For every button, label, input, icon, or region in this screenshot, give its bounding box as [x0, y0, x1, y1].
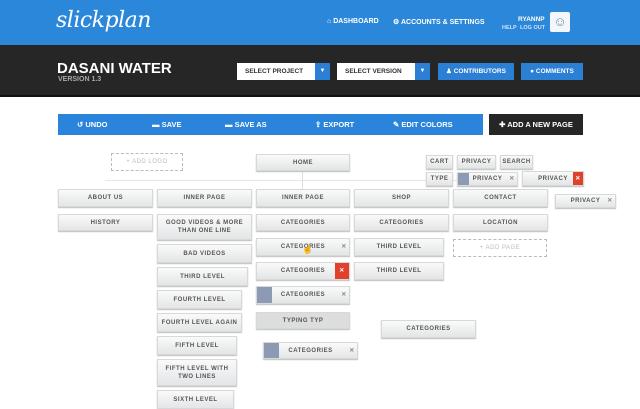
sitemap-node[interactable]: LOCATION	[453, 214, 548, 231]
close-icon[interactable]: ✕	[605, 195, 615, 207]
sitemap-node[interactable]: FOURTH LEVEL	[157, 290, 242, 309]
add-page-button[interactable]: + ADD PAGE	[453, 239, 547, 257]
close-icon[interactable]: ✕	[335, 263, 349, 279]
contributors-label: CONTRIBUTORS	[453, 68, 506, 75]
hand-cursor-icon: ☝	[302, 244, 314, 254]
node-label: CATEGORIES	[288, 347, 333, 354]
select-version-label: SELECT VERSION	[345, 68, 402, 75]
version-label: VERSION 1.3	[58, 76, 102, 83]
comments-button[interactable]: ● COMMENTS	[521, 63, 583, 80]
add-new-page-button[interactable]: ✚ ADD A NEW PAGE	[489, 114, 583, 135]
edit-colors-button[interactable]: ✎ EDIT COLORS	[393, 114, 453, 135]
avatar[interactable]: ☺	[550, 12, 570, 32]
sitemap-node-dragged[interactable]: CATEGORIES ✕	[263, 342, 358, 359]
sitemap-node[interactable]: ABOUT US	[58, 189, 153, 207]
save-button[interactable]: ▬ SAVE	[152, 114, 181, 135]
sitemap-node-hover[interactable]: CATEGORIES ✕ ☝	[256, 238, 350, 256]
sitemap-node[interactable]: THIRD LEVEL	[354, 238, 444, 256]
sitemap-node[interactable]: CONTACT	[453, 189, 548, 207]
edit-colors-label: EDIT COLORS	[401, 120, 453, 129]
sitemap-node-delete-hover[interactable]: CATEGORIES ✕	[256, 262, 350, 280]
node-label: CATEGORIES	[280, 292, 326, 298]
drag-handle[interactable]	[264, 343, 279, 358]
utility-node[interactable]: CART	[426, 155, 453, 169]
close-icon[interactable]: ✕	[507, 173, 517, 185]
sitemap-node[interactable]: CATEGORIES	[256, 214, 350, 231]
accounts-settings-link[interactable]: ⚙ ACCOUNTS & SETTINGS	[393, 18, 485, 26]
close-icon[interactable]: ✕	[339, 287, 349, 303]
node-label: PRIVACY	[472, 176, 503, 182]
folder-icon: ▬	[152, 120, 162, 129]
chevron-down-icon: ▼	[315, 63, 330, 80]
save-as-label: SAVE AS	[234, 120, 267, 129]
select-project-label: SELECT PROJECT	[245, 68, 304, 75]
dashboard-label: DASHBOARD	[333, 18, 379, 25]
gear-icon: ⚙	[393, 19, 401, 26]
save-as-icon: ▬	[225, 120, 235, 129]
save-as-button[interactable]: ▬ SAVE AS	[225, 114, 267, 135]
utility-node[interactable]: PRIVACY ✕	[555, 194, 616, 208]
sitemap-node[interactable]: THIRD LEVEL	[354, 262, 444, 280]
sitemap-node[interactable]: HISTORY	[58, 214, 153, 231]
utility-node[interactable]: PRIVACY	[457, 155, 496, 169]
sitemap-node-dragged[interactable]: CATEGORIES	[381, 320, 476, 338]
drag-handle[interactable]	[458, 173, 469, 185]
comments-label: COMMENTS	[535, 68, 574, 75]
utility-node[interactable]: SEARCH	[500, 155, 533, 169]
sitemap-node-home[interactable]: HOME	[256, 154, 350, 171]
drag-handle[interactable]	[257, 287, 272, 303]
close-icon[interactable]: ✕	[573, 172, 583, 185]
username: RYANNP	[518, 16, 545, 23]
sitemap-node[interactable]: BAD VIDEOS	[157, 244, 252, 263]
export-button[interactable]: ⇪ EXPORT	[315, 114, 354, 135]
logout-link[interactable]: LOG OUT	[520, 25, 545, 31]
close-icon[interactable]: ✕	[347, 343, 357, 358]
sitemap-node[interactable]: THIRD LEVEL	[157, 267, 248, 286]
sitemap-node[interactable]: GOOD VIDEOS & MORE THAN ONE LINE	[157, 214, 252, 240]
logo[interactable]: slickplan	[56, 8, 151, 33]
add-logo-button[interactable]: + ADD LOGO	[111, 153, 183, 171]
help-link[interactable]: HELP	[502, 25, 517, 31]
contributors-button[interactable]: ♟ CONTRIBUTORS	[438, 63, 514, 80]
sitemap-node[interactable]: SHOP	[354, 189, 449, 207]
node-label: PRIVACY	[538, 175, 568, 182]
utility-node-dragging[interactable]: PRIVACY ✕	[457, 172, 518, 186]
undo-label: UNDO	[85, 120, 108, 129]
utility-node[interactable]: TYPE	[426, 172, 453, 186]
sitemap-node[interactable]: FIFTH LEVEL WITH TWO LINES	[157, 359, 237, 386]
sitemap-node[interactable]: INNER PAGE	[256, 189, 350, 207]
utility-node-delete-hover[interactable]: PRIVACY ✕	[522, 171, 584, 186]
close-icon[interactable]: ✕	[339, 239, 349, 255]
accounts-label: ACCOUNTS & SETTINGS	[400, 19, 485, 26]
sitemap-node-dragging[interactable]: CATEGORIES ✕	[256, 286, 350, 304]
export-label: EXPORT	[323, 120, 355, 129]
sitemap-node[interactable]: FIFTH LEVEL	[157, 336, 237, 355]
sitemap-node[interactable]: CATEGORIES	[354, 214, 449, 231]
dashboard-link[interactable]: ⌂ DASHBOARD	[327, 18, 379, 25]
sitemap-node[interactable]: FOURTH LEVEL AGAIN	[157, 313, 242, 332]
sitemap-node[interactable]: INNER PAGE	[157, 189, 252, 207]
node-label: PRIVACY	[570, 198, 601, 204]
save-label: SAVE	[161, 120, 182, 129]
project-title: DASANI WATER	[57, 60, 172, 77]
add-page-label: ADD A NEW PAGE	[507, 120, 573, 129]
select-project-dropdown[interactable]: SELECT PROJECT ▼	[237, 63, 330, 80]
select-version-dropdown[interactable]: SELECT VERSION ▼	[337, 63, 430, 80]
sitemap-node-editing[interactable]: TYPING TYP	[256, 312, 350, 329]
node-label: CATEGORIES	[280, 268, 326, 274]
chevron-down-icon: ▼	[415, 63, 430, 80]
undo-button[interactable]: ↺ UNDO	[77, 114, 107, 135]
users-icon: ♟	[446, 68, 454, 75]
